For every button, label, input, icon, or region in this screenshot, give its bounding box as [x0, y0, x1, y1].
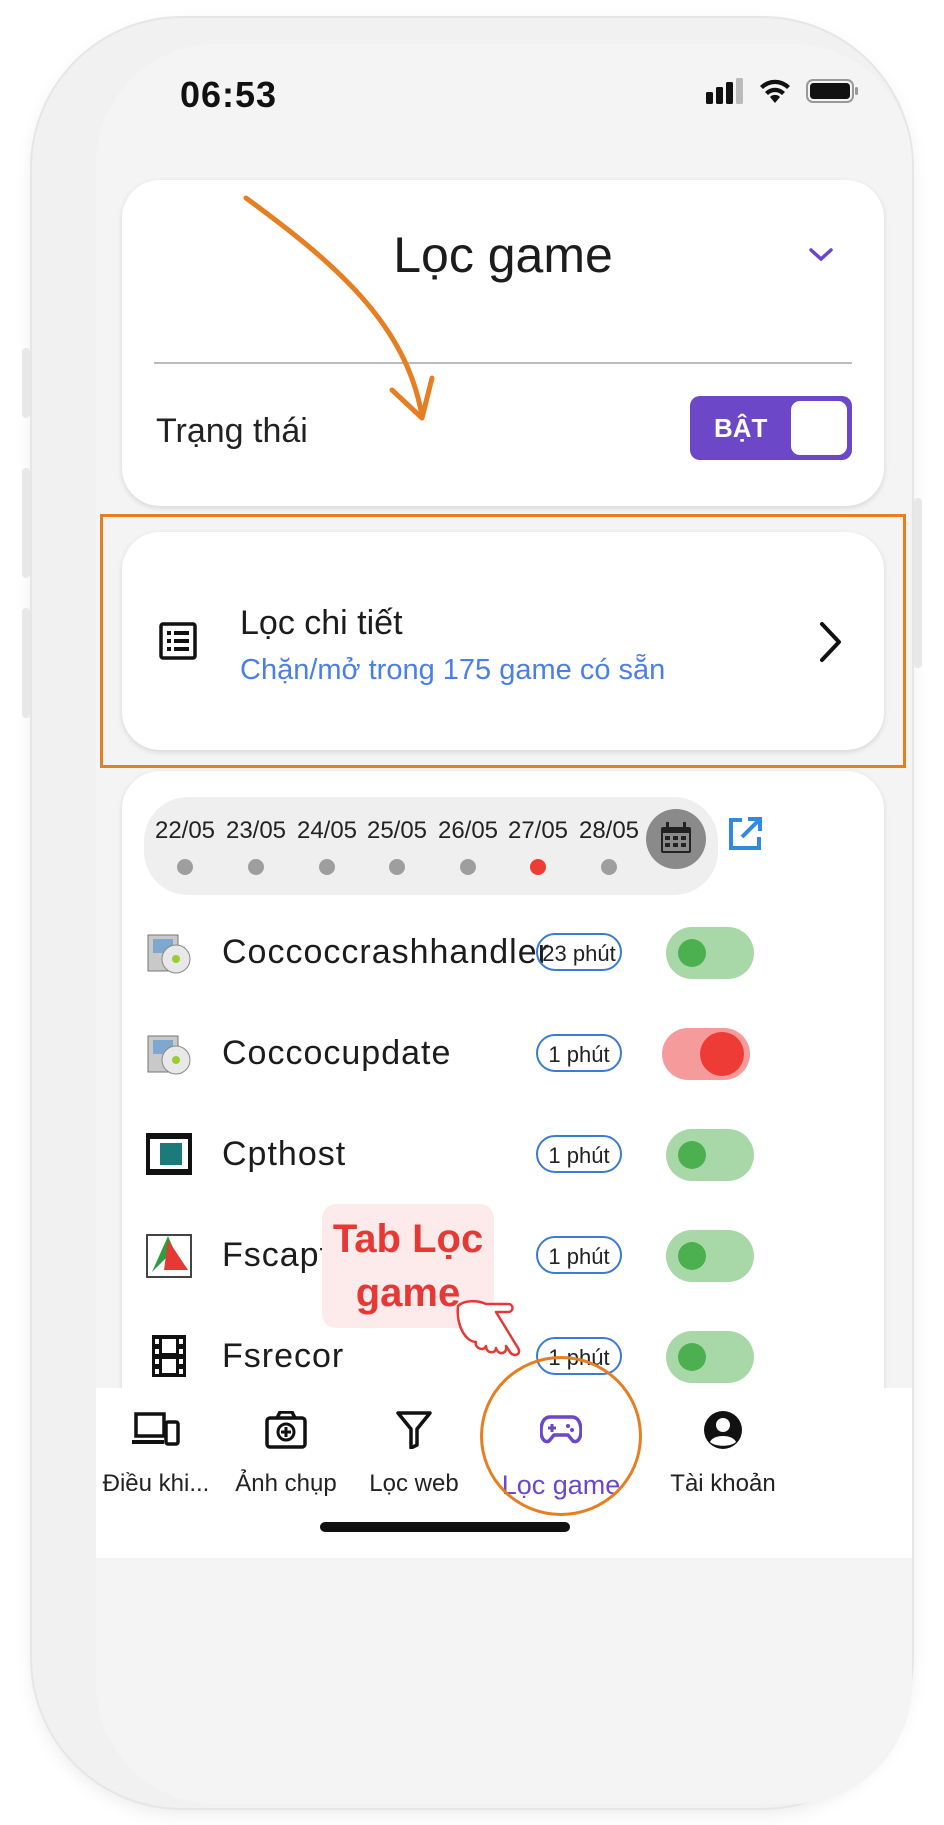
filter-icon	[396, 1411, 432, 1449]
camera-icon	[265, 1411, 307, 1449]
devices-icon	[132, 1412, 180, 1446]
account-icon	[704, 1411, 742, 1449]
app-screen: 06:53 Lọc game Trạng thái BẬT Lọc chi ti…	[96, 44, 912, 1804]
nav-label: Lọc web	[369, 1470, 459, 1497]
side-button	[22, 608, 30, 718]
phone-frame: 06:53 Lọc game Trạng thái BẬT Lọc chi ti…	[22, 18, 922, 1808]
nav-item-account[interactable]: Tài khoản	[648, 1406, 798, 1498]
side-button	[22, 468, 30, 578]
home-indicator[interactable]	[320, 1522, 570, 1532]
nav-item-web-filter[interactable]: Lọc web	[339, 1406, 489, 1498]
side-button	[22, 348, 30, 418]
highlight-circle	[480, 1356, 642, 1516]
pointing-hand-icon	[456, 1300, 521, 1357]
side-button	[914, 498, 922, 668]
nav-label: Tài khoản	[670, 1470, 776, 1497]
